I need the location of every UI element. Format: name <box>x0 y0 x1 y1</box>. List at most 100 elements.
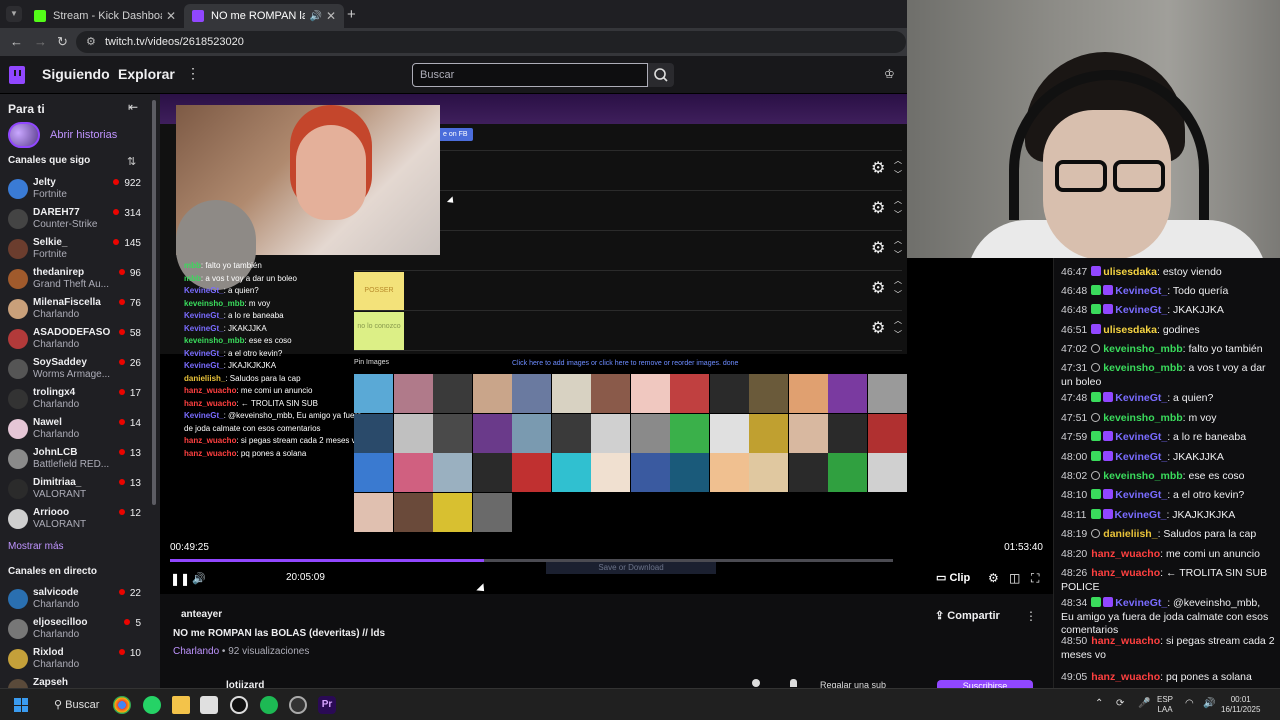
chat-username[interactable]: ulisesdaka <box>1103 324 1157 336</box>
video-player[interactable]: e on FB POSSER no lo conozco mbb: falto … <box>160 94 907 594</box>
chat-username[interactable]: KevineGt_ <box>1115 451 1167 463</box>
chat-username[interactable]: keveinsho_mbb <box>1103 343 1182 355</box>
fullscreen-icon[interactable]: ⛶ <box>1031 571 1039 586</box>
chat-username[interactable]: KevineGt_ <box>1115 597 1167 609</box>
close-tab-icon[interactable]: ✕ <box>166 9 176 23</box>
tier-move-icon[interactable]: ︿ ﹀ <box>894 194 902 222</box>
chat-username[interactable]: hanz_wuacho <box>1091 548 1160 560</box>
obs-icon[interactable] <box>230 696 248 714</box>
volume-icon[interactable]: 🔊 <box>1203 698 1215 709</box>
sidebar-channel[interactable]: MilenaFiscella Charlando 76 <box>8 296 146 322</box>
sidebar-channel[interactable]: JohnLCB Battlefield RED... 13 <box>8 446 146 472</box>
more-options-icon[interactable]: ⋮ <box>1025 609 1037 623</box>
sidebar-channel[interactable]: Zapseh <box>8 676 146 688</box>
forward-icon[interactable]: → <box>34 34 47 49</box>
pause-icon[interactable]: ❚❚ <box>170 572 190 586</box>
chat-username[interactable]: KevineGt_ <box>1115 431 1167 443</box>
tier-move-icon[interactable]: ︿ ﹀ <box>894 234 902 262</box>
sidebar-channel[interactable]: Rixlod Charlando 10 <box>8 646 146 672</box>
sidebar-channel[interactable]: trolingx4 Charlando 17 <box>8 386 146 412</box>
tab-search-button[interactable]: ▼ <box>6 6 22 22</box>
sidebar-channel[interactable]: Dimitriaa_ VALORANT 13 <box>8 476 146 502</box>
chat-username[interactable]: hanz_wuacho <box>1091 635 1160 647</box>
sidebar-channel[interactable]: ASADODEFASO Charlando 58 <box>8 326 146 352</box>
sidebar-channel[interactable]: eljosecilloo Charlando 5 <box>8 616 146 642</box>
snipping-tool-icon[interactable] <box>200 696 218 714</box>
taskbar-search[interactable]: ⚲ Buscar <box>54 698 99 711</box>
speaker-icon[interactable]: 🔊 <box>309 11 321 22</box>
stories-row[interactable]: Abrir historias <box>8 122 117 148</box>
system-clock[interactable]: 00:01 16/11/2025 <box>1221 695 1260 715</box>
chat-username[interactable]: keveinsho_mbb <box>1103 362 1182 374</box>
tier-settings-icon[interactable]: ⚙ <box>871 278 885 298</box>
url-field[interactable]: ⚙ twitch.tv/videos/2618523020 <box>76 31 906 53</box>
volume-icon[interactable]: 🔊 <box>192 572 206 585</box>
clip-button[interactable]: ▭ Clip <box>936 571 970 584</box>
sidebar-channel[interactable]: Selkie_ Fortnite 145 <box>8 236 146 262</box>
tab-twitch-video[interactable]: NO me ROMPAN las BOLAS 🔊 ✕ <box>184 4 344 28</box>
chat-username[interactable]: KevineGt_ <box>1115 304 1167 316</box>
theatre-mode-icon[interactable]: ◫ <box>1009 571 1020 585</box>
more-options-icon[interactable]: ⋮ <box>186 65 200 82</box>
microphone-icon[interactable]: 🎤 <box>1138 698 1150 709</box>
tier-move-icon[interactable]: ︿ ﹀ <box>894 314 902 342</box>
sidebar-channel[interactable]: Arriooo VALORANT 12 <box>8 506 146 532</box>
search-button[interactable] <box>648 63 674 87</box>
wifi-icon[interactable]: ◠ <box>1185 698 1194 709</box>
seek-bar[interactable] <box>170 559 893 562</box>
search-input[interactable]: Buscar <box>412 63 648 87</box>
file-explorer-icon[interactable] <box>172 696 190 714</box>
chat-username[interactable]: ulisesdaka <box>1103 266 1157 278</box>
site-info-icon[interactable]: ⚙ <box>86 35 96 48</box>
tier-settings-icon[interactable]: ⚙ <box>871 158 885 178</box>
tray-expand-icon[interactable]: ⌃ <box>1095 698 1103 709</box>
sidebar-channel[interactable]: Nawel Charlando 14 <box>8 416 146 442</box>
chat-username[interactable]: keveinsho_mbb <box>1103 470 1182 482</box>
new-tab-button[interactable]: + <box>347 6 356 23</box>
windows-start-icon[interactable] <box>14 698 28 712</box>
close-tab-icon[interactable]: ✕ <box>326 9 336 23</box>
back-icon[interactable]: ← <box>10 34 23 49</box>
twitch-logo-icon[interactable] <box>9 66 25 84</box>
chat-username[interactable]: KevineGt_ <box>1115 285 1167 297</box>
tier-move-icon[interactable]: ︿ ﹀ <box>894 274 902 302</box>
heart-icon[interactable] <box>752 679 760 687</box>
tier-settings-icon[interactable]: ⚙ <box>871 198 885 218</box>
chrome-icon[interactable] <box>113 696 131 714</box>
chat-username[interactable]: keveinsho_mbb <box>1103 412 1182 424</box>
settings-icon[interactable]: ⚙ <box>988 571 999 585</box>
sidebar-channel[interactable]: Jelty Fortnite 922 <box>8 176 146 202</box>
sidebar-channel[interactable]: SoySaddey Worms Armage... 26 <box>8 356 146 382</box>
tab-kick-dashboard[interactable]: Stream - Kick Dashboard ✕ <box>26 4 184 28</box>
chat-username[interactable]: KevineGt_ <box>1115 392 1167 404</box>
spotify-icon[interactable] <box>260 696 278 714</box>
sort-icon[interactable]: ⇅ <box>127 155 136 168</box>
tier-move-icon[interactable]: ︿ ﹀ <box>894 154 902 182</box>
sync-icon[interactable]: ⟳ <box>1116 698 1124 709</box>
chat-username[interactable]: KevineGt_ <box>1115 489 1167 501</box>
share-button[interactable]: ⇪ Compartir <box>935 609 1000 622</box>
collapse-sidebar-icon[interactable]: ⇤ <box>128 100 138 114</box>
language-indicator[interactable]: ESP LAA <box>1157 695 1173 715</box>
chat-username[interactable]: KevineGt_ <box>1115 509 1167 521</box>
tier-settings-icon[interactable]: ⚙ <box>871 318 885 338</box>
show-more-link[interactable]: Mostrar más <box>8 541 64 552</box>
chat-username[interactable]: hanz_wuacho <box>1091 671 1160 683</box>
chat-username[interactable]: hanz_wuacho <box>1091 567 1160 579</box>
sidebar-scrollbar[interactable] <box>152 100 156 505</box>
premiere-icon[interactable]: Pr <box>318 696 336 714</box>
sidebar-channel[interactable]: salvicode Charlando 22 <box>8 586 146 612</box>
sidebar-channel[interactable]: thedanirep Grand Theft Au... 96 <box>8 266 146 292</box>
prime-crown-icon[interactable]: ♔ <box>884 67 895 81</box>
gift-sub-button[interactable]: Regalar una sub <box>820 678 886 688</box>
nav-browse[interactable]: Explorar <box>118 66 175 82</box>
category-link[interactable]: Charlando <box>173 646 219 657</box>
chat-username[interactable]: danieliish_ <box>1103 528 1157 540</box>
reload-icon[interactable]: ↻ <box>57 34 68 50</box>
nav-following[interactable]: Siguiendo <box>42 66 110 82</box>
channel-name[interactable]: lotiizard <box>226 678 264 688</box>
sidebar-channel[interactable]: DAREH77 Counter-Strike 314 <box>8 206 146 232</box>
steam-icon[interactable] <box>289 696 307 714</box>
whatsapp-icon[interactable] <box>143 696 161 714</box>
bell-icon[interactable] <box>790 679 797 687</box>
